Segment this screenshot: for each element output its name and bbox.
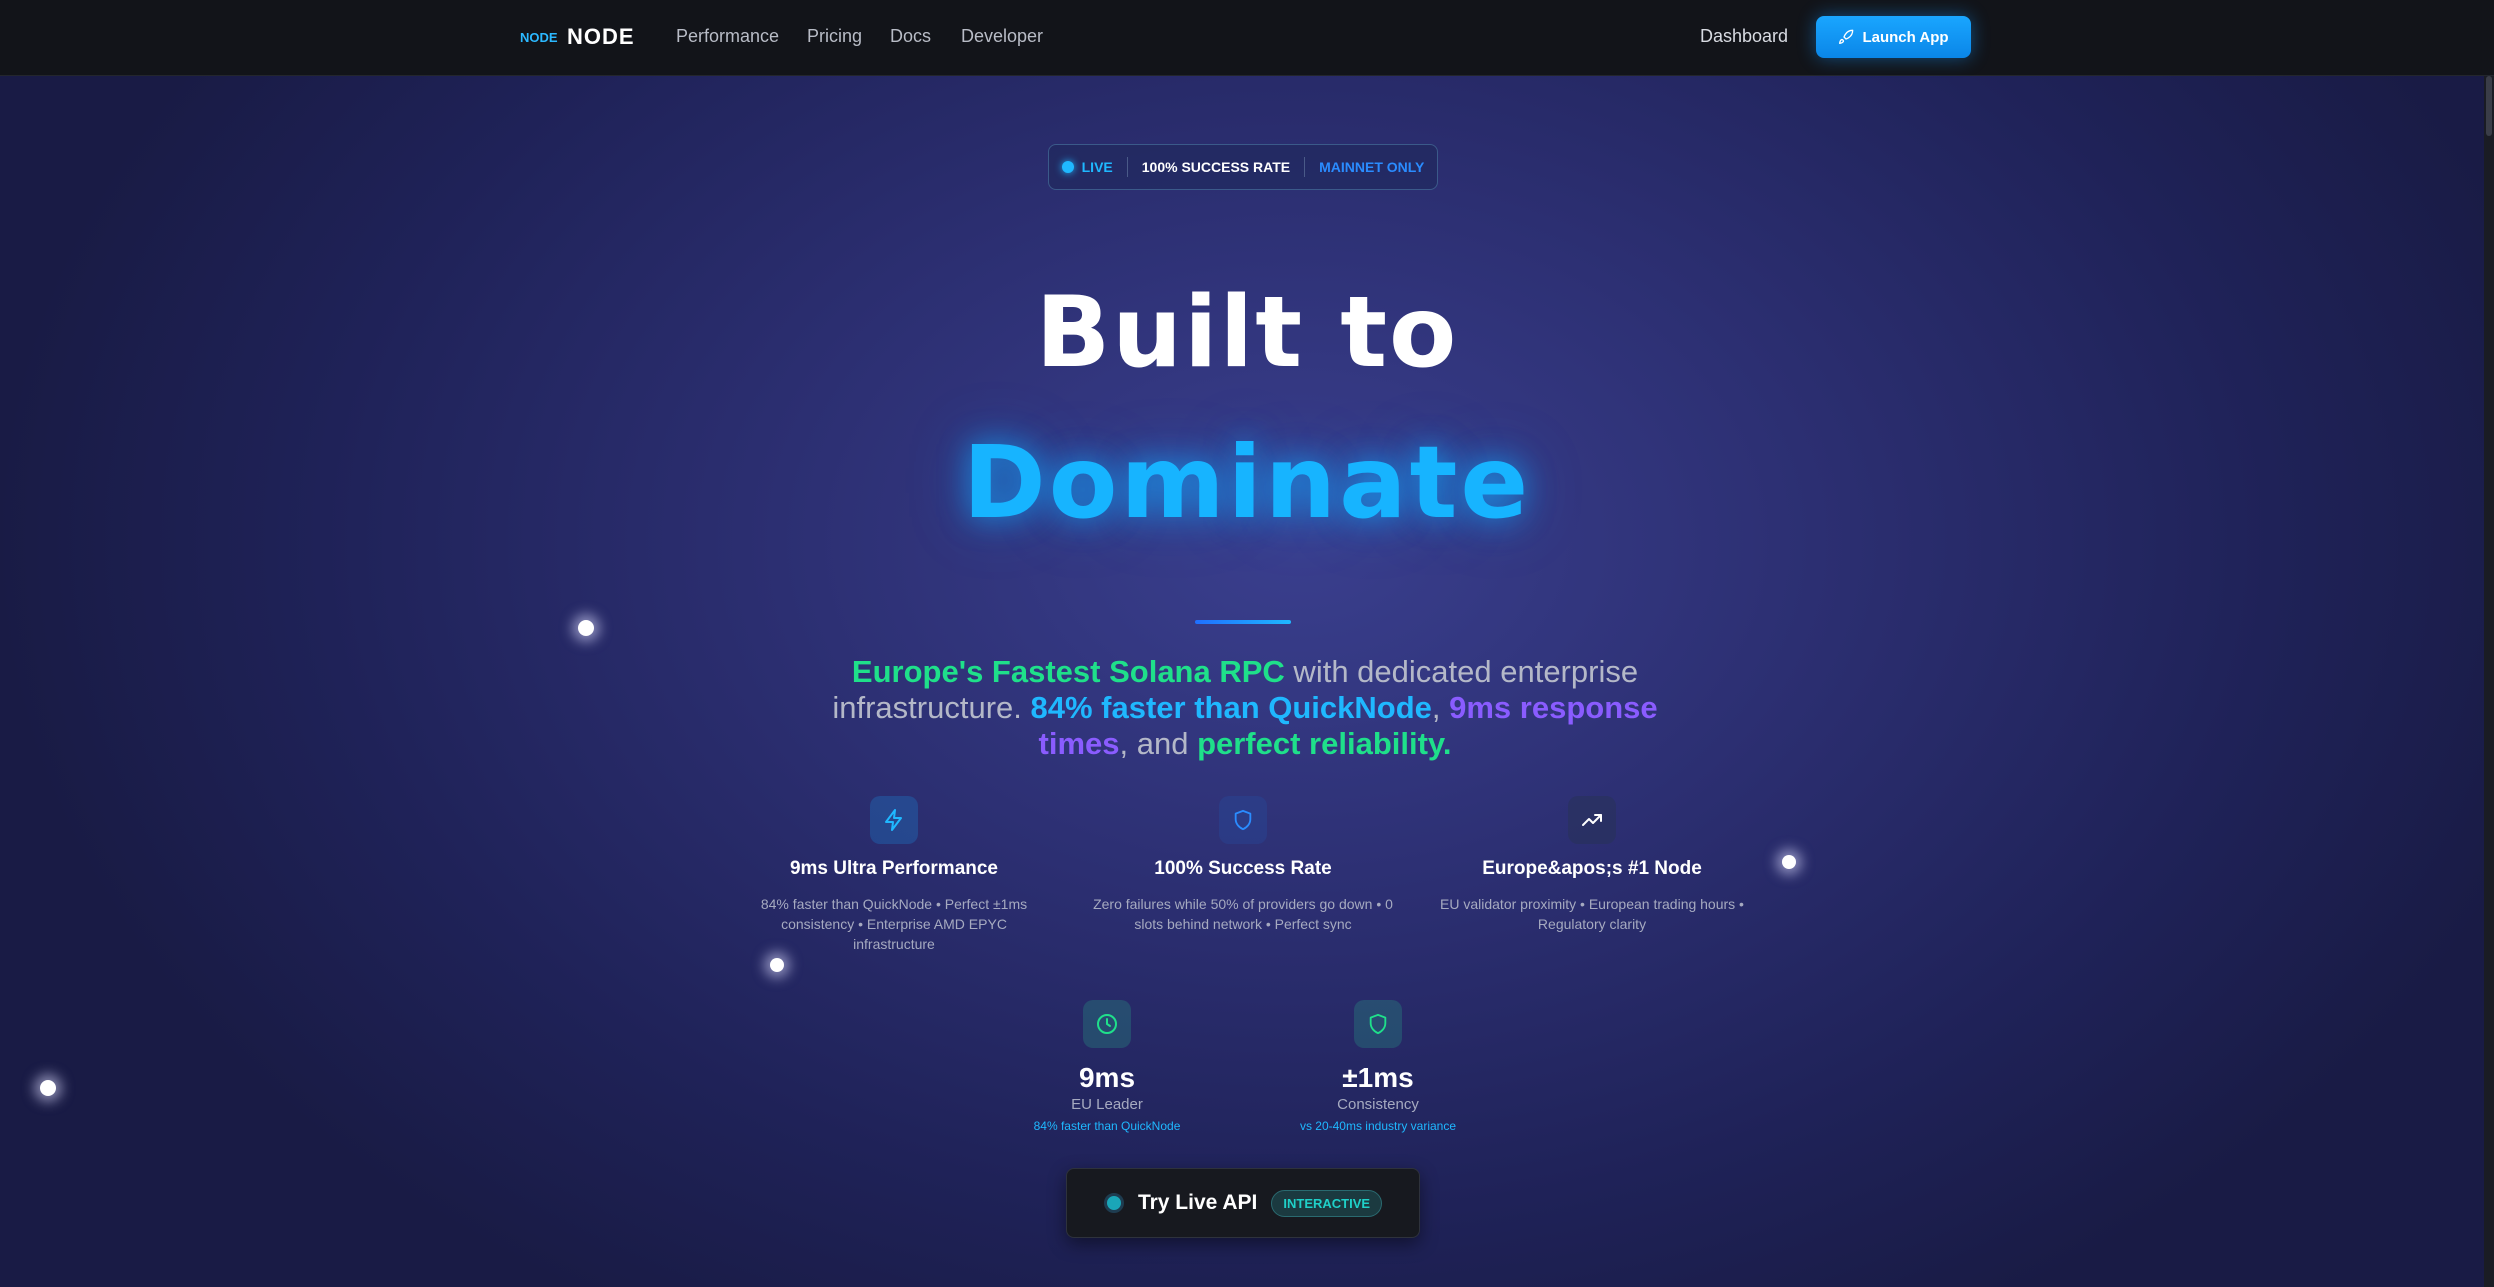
feature-description: EU validator proximity • European tradin… [1440,896,1744,932]
decorative-star [578,620,594,636]
hero-subtitle: Europe's Fastest Solana RPC with dedicat… [810,654,1680,762]
scrollbar-thumb[interactable] [2486,76,2492,136]
shield-icon [1219,796,1267,844]
shield-icon [1354,1000,1402,1048]
hero-title-line2: Dominate [962,424,1532,541]
try-live-api-button[interactable]: Try Live API INTERACTIVE [1066,1168,1420,1238]
subtitle-text: , and [1119,726,1198,761]
nav-link-developer[interactable]: Developer [961,26,1043,47]
feature-card-success: 100% Success Rate Zero failures while 50… [1088,796,1398,934]
subtitle-text: . [1442,726,1452,761]
rocket-icon [1839,29,1854,44]
subtitle-highlight-fastest: Europe's Fastest Solana RPC [851,654,1285,689]
feature-description: Zero failures while 50% of providers go … [1093,896,1393,932]
feature-title: 9ms Ultra Performance [789,858,999,879]
decorative-star [770,958,784,972]
status-badge: LIVE 100% SUCCESS RATE MAINNET ONLY [1048,144,1438,190]
hero-title-line1: Built to [1035,276,1459,390]
subtitle-highlight-reliability: perfect reliability [1197,726,1443,761]
stat-label: EU Leader [1071,1096,1143,1113]
success-rate-label: 100% SUCCESS RATE [1141,159,1291,175]
launch-app-button[interactable]: Launch App [1816,16,1971,58]
status-dot-icon [1103,1193,1124,1213]
hero-divider [1195,620,1291,624]
lightning-icon [870,796,918,844]
feature-description: 84% faster than QuickNode • Perfect ±1ms… [760,896,1028,952]
feature-card-europe: Europe&apos;s #1 Node EU validator proxi… [1437,796,1747,934]
clock-icon [1083,1000,1131,1048]
logo-small[interactable]: NODE [520,30,558,45]
top-nav: NODE NODE Performance Pricing Docs Devel… [0,0,2494,76]
logo[interactable]: NODE [567,24,635,50]
stat-eu-leader: 9ms EU Leader 84% faster than QuickNode [997,1000,1217,1133]
live-label: LIVE [1081,159,1113,175]
nav-link-performance[interactable]: Performance [676,26,779,47]
launch-app-label: Launch App [1862,28,1949,46]
nav-link-pricing[interactable]: Pricing [807,26,862,47]
feature-title: Europe&apos;s #1 Node [1482,858,1702,879]
dashboard-link[interactable]: Dashboard [1700,26,1788,47]
stat-label: Consistency [1337,1096,1419,1113]
stat-value: ±1ms [1342,1062,1414,1093]
stat-note: 84% faster than QuickNode [1033,1119,1181,1133]
scrollbar[interactable] [2484,76,2494,1287]
decorative-star [1782,855,1796,869]
stat-value: 9ms [1078,1062,1136,1093]
mainnet-label: MAINNET ONLY [1319,159,1425,175]
badge-divider [1126,157,1128,177]
stat-consistency: ±1ms Consistency vs 20-40ms industry var… [1268,1000,1488,1133]
feature-title: 100% Success Rate [1154,858,1332,879]
subtitle-text: , [1431,690,1450,725]
badge-divider [1304,157,1306,177]
live-dot-icon [1061,161,1074,173]
try-api-label: Try Live API [1137,1191,1258,1214]
feature-card-performance: 9ms Ultra Performance 84% faster than Qu… [739,796,1049,954]
subtitle-highlight-faster: 84% faster than QuickNode [1030,690,1432,725]
interactive-tag: INTERACTIVE [1271,1189,1383,1217]
stat-note: vs 20-40ms industry variance [1299,1119,1457,1133]
decorative-star [40,1080,56,1096]
trending-up-icon [1568,796,1616,844]
nav-link-docs[interactable]: Docs [890,26,931,47]
